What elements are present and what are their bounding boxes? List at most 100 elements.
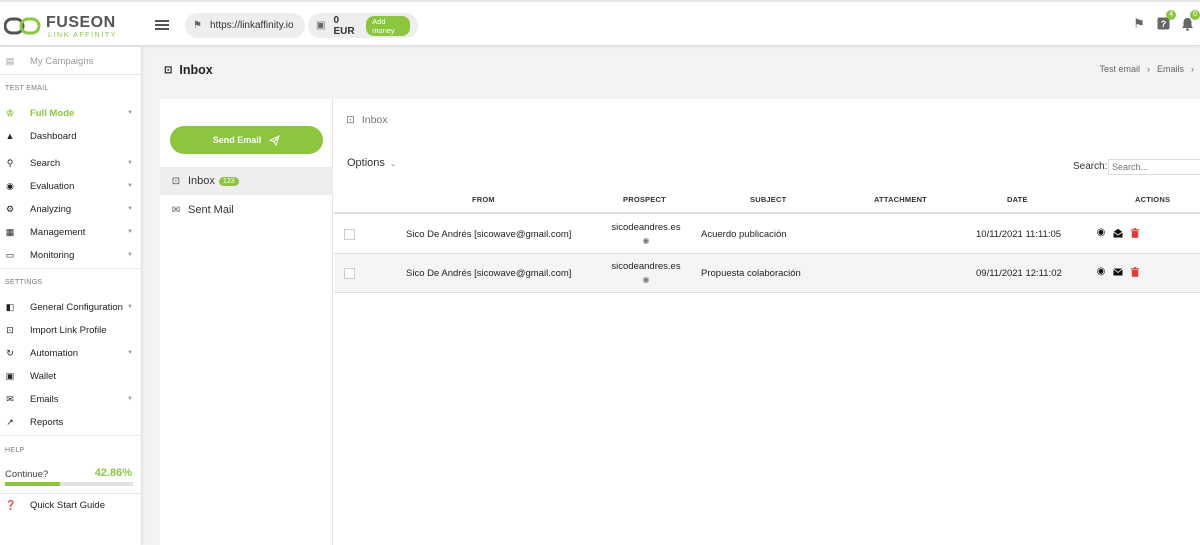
column-header-subject[interactable]: SUBJECT — [750, 195, 786, 204]
trash-icon[interactable] — [1130, 267, 1140, 277]
sidebar-item-monitoring[interactable]: ▭ Monitoring ▼ — [0, 245, 142, 265]
send-email-button[interactable]: Send Email — [170, 126, 323, 154]
row-checkbox[interactable] — [344, 229, 355, 240]
site-url: https://linkaffinity.io — [209, 20, 294, 31]
eye-icon[interactable]: ◉ — [606, 236, 686, 245]
chevron-down-icon: ▼ — [127, 396, 133, 402]
campaigns-icon: ▤ — [5, 55, 15, 66]
section-title: ⊡ Inbox — [346, 114, 388, 126]
bell-icon[interactable]: 0 — [1180, 10, 1200, 31]
sidebar-item-general-configuration[interactable]: ◧ General Configuration ▼ — [0, 297, 142, 317]
folder-label: Sent Mail — [188, 204, 234, 216]
folder-sent-mail[interactable]: ✉ Sent Mail — [160, 196, 333, 224]
sidebar-item-reports[interactable]: ↗ Reports — [0, 412, 142, 432]
section-header-settings: SETTINGS — [5, 279, 43, 286]
logo[interactable]: FUSEON LINK AFFINITY — [4, 13, 120, 41]
chevron-down-icon: ▼ — [127, 252, 133, 258]
eye-icon: ◉ — [6, 180, 14, 191]
options-label: Options — [347, 157, 385, 169]
table-row[interactable]: Sico De Andrés [sicowave@gmail.com] sico… — [334, 254, 1200, 293]
envelope-icon[interactable] — [1113, 267, 1123, 277]
chevron-down-icon: ▼ — [127, 206, 133, 212]
sidebar-item-my-campaigns[interactable]: ▤ My Campaigns — [0, 51, 142, 71]
section-header-test-email: TEST EMAIL — [5, 85, 49, 92]
sidebar-item-full-mode[interactable]: ♔ Full Mode ▼ — [0, 103, 142, 123]
folder-inbox[interactable]: ⊡ Inbox 123 — [160, 167, 333, 195]
breadcrumb-item[interactable]: Test email — [1099, 64, 1140, 74]
grid-icon: ▦ — [5, 226, 15, 237]
top-bar: FUSEON LINK AFFINITY ⚑ https://linkaffin… — [0, 0, 1200, 46]
sidebar-item-dashboard[interactable]: ▲ Dashboard — [0, 126, 142, 146]
row-actions: ◉ — [1096, 267, 1140, 277]
progress-value: 42.86% — [94, 467, 132, 479]
prospect-link[interactable]: sicodeandres.es — [611, 222, 680, 233]
mail-icon: ✉ — [6, 393, 14, 404]
sidebar-item-label: Wallet — [30, 370, 57, 382]
sidebar-item-label: Evaluation — [30, 180, 75, 192]
chevron-down-icon: ▼ — [127, 229, 133, 235]
column-header-from[interactable]: FROM — [472, 195, 495, 204]
divider — [0, 493, 142, 494]
eye-icon[interactable]: ◉ — [606, 275, 686, 284]
column-header-attachment[interactable]: ATTACHMENT — [874, 195, 927, 204]
sidebar-item-label: Automation — [30, 347, 79, 359]
sidebar-item-label: Search — [30, 157, 61, 169]
add-money-button[interactable]: Add money — [366, 15, 410, 36]
chevron-down-icon: ▼ — [127, 110, 133, 116]
row-checkbox[interactable] — [344, 268, 355, 279]
divider — [0, 268, 142, 269]
site-url-pill[interactable]: ⚑ https://linkaffinity.io — [185, 13, 305, 38]
prospect-cell: sicodeandres.es ◉ — [606, 222, 686, 245]
sidebar-item-quick-start-guide[interactable]: ❓ Quick Start Guide — [0, 495, 142, 515]
crown-icon: ♔ — [5, 107, 15, 118]
column-header-prospect[interactable]: PROSPECT — [623, 195, 666, 204]
mail-panel: Send Email ⊡ Inbox 123 ✉ Sent Mail ⊡ Inb… — [160, 99, 1200, 545]
table-header: FROM PROSPECT SUBJECT ATTACHMENT DATE AC… — [334, 187, 1200, 214]
menu-toggle-icon[interactable] — [155, 20, 169, 30]
chevron-down-icon: ⌄ — [389, 161, 396, 168]
from-cell: Sico De Andrés [sicowave@gmail.com] — [406, 229, 572, 240]
wallet-icon: ▣ — [316, 20, 326, 31]
sidebar-item-management[interactable]: ▦ Management ▼ — [0, 222, 142, 242]
section-title-text: Inbox — [361, 114, 388, 126]
sidebar-item-import-link-profile[interactable]: ⊡ Import Link Profile — [0, 320, 142, 340]
chevron-down-icon: ▼ — [127, 304, 133, 310]
subject-cell[interactable]: Propuesta colaboración — [701, 268, 801, 279]
help-icon: ❓ — [5, 499, 17, 510]
chevron-down-icon: ▼ — [127, 160, 133, 166]
sidebar-item-label: General Configuration — [30, 301, 123, 313]
sidebar-item-search[interactable]: ⚲ Search ▼ — [0, 153, 142, 173]
progress-label[interactable]: Continue? — [5, 469, 48, 480]
inbox-icon: ⊡ — [346, 114, 355, 126]
prospect-link[interactable]: sicodeandres.es — [611, 261, 680, 272]
date-cell: 09/11/2021 12:11:02 — [976, 268, 1062, 279]
page-title-text: Inbox — [179, 63, 213, 77]
sidebar-item-analyzing[interactable]: ⚙ Analyzing ▼ — [0, 199, 142, 219]
sidebar-item-label: Analyzing — [30, 203, 72, 215]
view-icon[interactable]: ◉ — [1096, 228, 1106, 238]
sidebar-item-label: Management — [30, 226, 86, 238]
from-cell: Sico De Andrés [sicowave@gmail.com] — [406, 268, 572, 279]
column-header-date[interactable]: DATE — [1007, 195, 1028, 204]
sidebar-item-wallet[interactable]: ▣ Wallet — [0, 366, 142, 386]
mail-folders: Send Email ⊡ Inbox 123 ✉ Sent Mail — [160, 99, 333, 545]
options-dropdown[interactable]: Options ⌄ — [347, 157, 396, 169]
search-label: Search: — [1073, 161, 1108, 172]
view-icon[interactable]: ◉ — [1096, 267, 1106, 277]
search-input[interactable] — [1108, 159, 1200, 175]
sidebar-item-label: Full Mode — [30, 107, 75, 119]
subject-cell[interactable]: Acuerdo publicación — [701, 229, 787, 240]
help-icon[interactable]: ? 4 — [1156, 10, 1176, 31]
trash-icon[interactable] — [1130, 228, 1140, 238]
brand-subtitle: LINK AFFINITY — [48, 32, 118, 39]
envelope-open-icon[interactable] — [1113, 228, 1123, 238]
sidebar-item-emails[interactable]: ✉ Emails ▼ — [0, 389, 142, 409]
sidebar-item-evaluation[interactable]: ◉ Evaluation ▼ — [0, 176, 142, 196]
sync-icon: ↻ — [6, 347, 14, 358]
breadcrumb-item[interactable]: Emails — [1157, 64, 1184, 74]
flag-icon[interactable]: ⚑ — [1132, 17, 1146, 31]
inbox-icon: ⊡ — [171, 175, 181, 187]
sidebar-item-automation[interactable]: ↻ Automation ▼ — [0, 343, 142, 363]
gear-icon: ⚙ — [5, 203, 15, 214]
table-row[interactable]: Sico De Andrés [sicowave@gmail.com] sico… — [334, 215, 1200, 254]
